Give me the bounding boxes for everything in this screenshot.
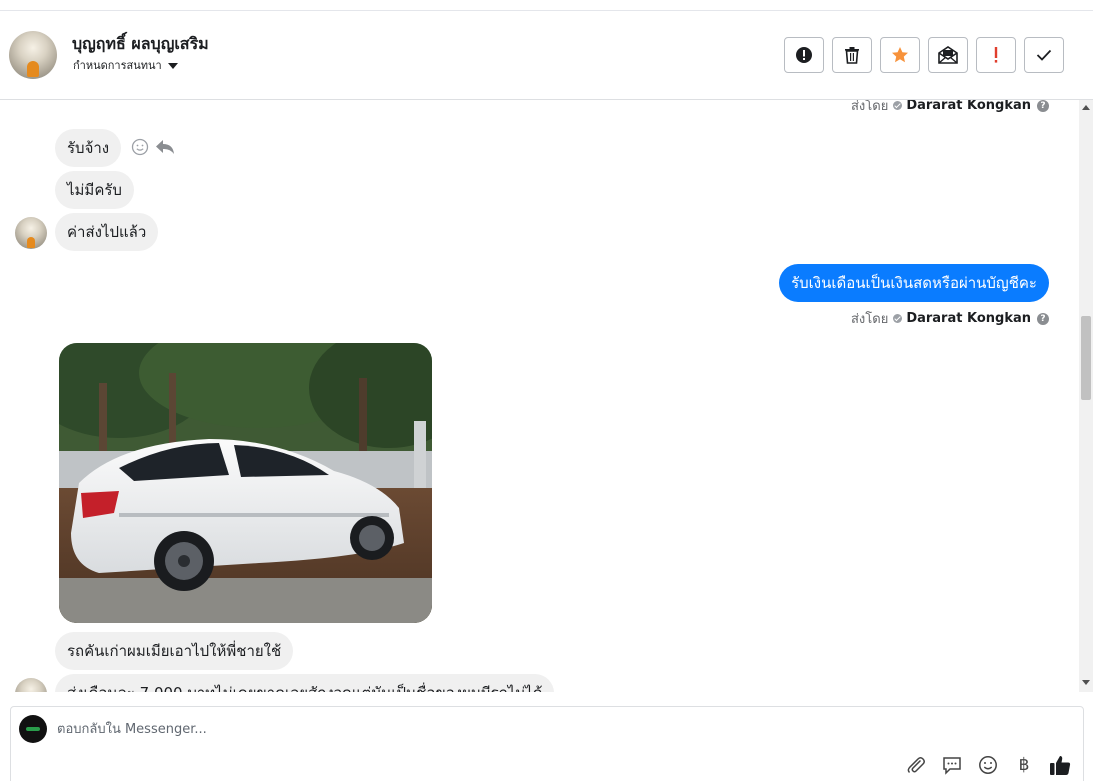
help-icon[interactable]: ? <box>1037 312 1049 325</box>
car-photo <box>59 343 432 623</box>
reply-composer: ฿ <box>10 706 1084 781</box>
emoji-icon <box>979 756 997 774</box>
help-icon[interactable]: ? <box>1037 100 1049 112</box>
saved-replies-button[interactable] <box>940 753 964 777</box>
conversation-settings-dropdown[interactable]: กำหนดการสนทนา <box>73 56 178 74</box>
checkmark-icon <box>1036 49 1052 61</box>
star-icon <box>892 47 908 63</box>
baht-icon: ฿ <box>1018 755 1030 775</box>
composer-tools: ฿ <box>904 753 1072 777</box>
message-bubble-incoming[interactable]: รถคันเก่าผมเมียเอาไปให้พี่ชายใช้ <box>55 632 294 670</box>
top-divider <box>0 0 1093 11</box>
star-button[interactable] <box>880 37 920 73</box>
conversation-scrollbar[interactable] <box>1079 100 1093 692</box>
chat-bubble-icon <box>943 757 961 775</box>
emoji-react-icon[interactable] <box>131 138 149 156</box>
contact-avatar-small <box>15 217 47 249</box>
paperclip-icon <box>907 757 925 774</box>
conversation-header: บุญฤทธิ์ ผลบุญเสริม กำหนดการสนทนา <box>0 11 1093 100</box>
reply-input[interactable] <box>57 718 937 740</box>
envelope-open-icon <box>938 46 958 64</box>
message-bubble-outgoing[interactable]: รับเงินเดือนเป็นเงินสดหรือผ่านบัญชีคะ <box>779 264 1049 302</box>
conversation-thread[interactable]: ส่งโดย Dararat Kongkan ? รับจ้าง ไม่มีคร… <box>0 100 1079 692</box>
photo-attachment[interactable] <box>59 343 432 623</box>
caret-down-icon <box>167 63 178 69</box>
reply-icon[interactable] <box>155 139 175 155</box>
emoji-button[interactable] <box>976 753 1000 777</box>
scroll-thumb[interactable] <box>1081 316 1091 400</box>
sender-name: Dararat Kongkan <box>906 100 1031 113</box>
report-spam-button[interactable] <box>784 37 824 73</box>
message-bubble-incoming[interactable]: ส่งเดือนละ 7,000 บาทไม่เคยขาดเลยสักงวดแต… <box>55 674 555 692</box>
scroll-down-arrow-icon[interactable] <box>1082 680 1090 685</box>
scroll-up-arrow-icon[interactable] <box>1082 105 1090 110</box>
payment-button[interactable]: ฿ <box>1012 753 1036 777</box>
follow-up-button[interactable] <box>976 37 1016 73</box>
header-actions <box>784 37 1064 73</box>
verified-check-icon <box>893 314 903 323</box>
attach-file-button[interactable] <box>904 753 928 777</box>
conversation-settings-label: กำหนดการสนทนา <box>73 59 162 72</box>
trash-icon <box>845 47 859 64</box>
message-bubble-incoming[interactable]: ไม่มีครับ <box>55 171 134 209</box>
exclamation-icon <box>994 47 998 63</box>
contact-avatar[interactable] <box>9 31 57 79</box>
thumbs-up-icon <box>1050 756 1071 775</box>
page-avatar <box>19 715 47 743</box>
contact-avatar-small <box>15 678 47 692</box>
message-bubble-incoming[interactable]: ค่าส่งไปแล้ว <box>55 213 159 251</box>
mark-done-button[interactable] <box>1024 37 1064 73</box>
sent-by-line: ส่งโดย Dararat Kongkan ? <box>851 100 1049 116</box>
verified-check-icon <box>893 101 903 110</box>
sender-name: Dararat Kongkan <box>906 311 1031 326</box>
sent-by-label: ส่งโดย <box>850 100 889 114</box>
contact-name[interactable]: บุญฤทธิ์ ผลบุญเสริม <box>72 32 209 57</box>
message-tools <box>131 138 175 156</box>
exclamation-circle-icon <box>796 47 812 63</box>
message-bubble-incoming[interactable]: รับจ้าง <box>55 129 122 167</box>
messenger-conversation-window: บุญฤทธิ์ ผลบุญเสริม กำหนดการสนทนา ส่งโดย… <box>0 0 1093 781</box>
like-button[interactable] <box>1048 753 1072 777</box>
delete-button[interactable] <box>832 37 872 73</box>
sent-by-label: ส่งโดย <box>850 312 889 327</box>
mark-unread-button[interactable] <box>928 37 968 73</box>
sent-by-line: ส่งโดย Dararat Kongkan ? <box>851 308 1049 329</box>
